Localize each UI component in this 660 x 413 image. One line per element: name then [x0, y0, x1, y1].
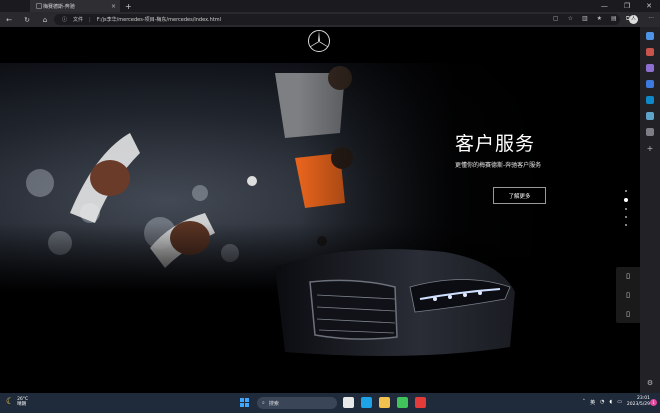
windows-taskbar: ☾ 26°C 晴朗 ⌕ 搜索 ˄ 英 ◔ ◖ ▭ 23:01 2023/5/29… [0, 393, 660, 413]
battery-icon[interactable]: ▭ [617, 399, 622, 405]
tab-strip: 梅赛德斯-奔驰 × + — ❐ ✕ [0, 0, 660, 12]
clock-time: 23:01 [637, 396, 650, 401]
home-icon[interactable]: ⌂ [36, 16, 54, 24]
carousel-dot-active[interactable] [624, 198, 628, 202]
clock[interactable]: 23:01 2023/5/29 [627, 396, 650, 408]
read-aloud-icon[interactable]: ▢ [553, 15, 559, 23]
hero-title: 客户服务 [455, 133, 536, 155]
app-icon[interactable] [415, 397, 426, 408]
taskbar-search[interactable]: ⌕ 搜索 [257, 397, 337, 409]
search-icon: ⌕ [262, 400, 265, 406]
favorite-star-icon[interactable]: ☆ [568, 15, 573, 23]
chevron-up-icon[interactable]: ˄ [583, 399, 586, 405]
edge-icon[interactable] [361, 397, 372, 408]
message-icon[interactable]: ▯ [626, 291, 630, 299]
windows-start-icon[interactable] [240, 398, 249, 407]
edge-sidebar: + ⚙ [640, 27, 660, 393]
send-icon[interactable] [646, 128, 654, 136]
office-icon[interactable] [646, 96, 654, 104]
file-explorer-icon[interactable] [379, 397, 390, 408]
page-favicon-icon [36, 3, 42, 9]
outlook-icon[interactable] [646, 112, 654, 120]
browser-tools: ▢ ☆ ▥ ★ ▤ ⧉ [553, 15, 630, 23]
back-icon[interactable]: ← [0, 16, 18, 24]
window-controls: — ❐ ✕ [601, 2, 660, 10]
address-bar[interactable]: ⓘ 文件 | F:/js李华/mercedes-项目-梅东/mercedes/i… [54, 14, 620, 25]
system-tray: ˄ 英 ◔ ◖ ▭ 23:01 2023/5/29 [583, 396, 650, 408]
new-tab-button[interactable]: + [125, 2, 132, 11]
page-viewport: 客户服务 更懂你的梅赛德斯-奔驰客户服务 了解更多 ▯ ▯ ▯ [0, 27, 640, 393]
carousel-dot[interactable] [625, 208, 627, 210]
chrome-icon[interactable] [397, 397, 408, 408]
address-separator: | [89, 16, 91, 23]
address-scheme-label: 文件 [73, 17, 84, 23]
games-icon[interactable] [646, 80, 654, 88]
address-url[interactable]: F:/js李华/mercedes-项目-梅东/mercedes/index.ht… [97, 16, 221, 23]
tab-close-icon[interactable]: × [111, 3, 116, 10]
top-icon[interactable]: ▯ [626, 310, 630, 318]
weather-widget[interactable]: ☾ 26°C 晴朗 [6, 397, 28, 407]
carousel-indicator [624, 190, 628, 226]
hero-subtitle: 更懂你的梅赛德斯-奔驰客户服务 [455, 162, 542, 169]
volume-icon[interactable]: ◖ [610, 399, 613, 405]
favorites-icon[interactable]: ★ [597, 15, 602, 23]
task-view-icon[interactable] [343, 397, 354, 408]
weather-desc: 晴朗 [17, 402, 27, 407]
info-icon[interactable]: ⓘ [62, 16, 67, 23]
add-sidebar-icon[interactable]: + [647, 144, 654, 153]
maximize-icon[interactable]: ❐ [624, 2, 630, 10]
floating-side-panel: ▯ ▯ ▯ [616, 267, 640, 323]
minimize-icon[interactable]: — [601, 2, 608, 10]
browser-tab[interactable]: 梅赛德斯-奔驰 × [30, 0, 120, 12]
carousel-dot[interactable] [625, 224, 627, 226]
carousel-dot[interactable] [625, 216, 627, 218]
close-window-icon[interactable]: ✕ [646, 2, 652, 10]
taskbar-apps [343, 397, 426, 408]
car-front-image [275, 249, 515, 356]
ime-indicator[interactable]: 英 [590, 399, 595, 406]
shopping-icon[interactable] [646, 48, 654, 56]
moon-icon: ☾ [6, 397, 15, 407]
more-menu-icon[interactable]: ··· [648, 15, 654, 22]
sidebar-settings-icon[interactable]: ⚙ [647, 379, 653, 387]
phone-icon[interactable]: ▯ [626, 272, 630, 280]
mercedes-star-logo-icon[interactable] [307, 29, 331, 53]
search-placeholder: 搜索 [268, 400, 279, 407]
refresh-icon[interactable]: ↻ [18, 16, 36, 24]
notification-badge[interactable]: 1 [650, 399, 657, 406]
search-sidebar-icon[interactable] [646, 32, 654, 40]
carousel-dot[interactable] [625, 190, 627, 192]
wifi-icon[interactable]: ◔ [600, 399, 604, 405]
split-screen-icon[interactable]: ▥ [582, 15, 588, 23]
tools-icon[interactable] [646, 64, 654, 72]
tab-title: 梅赛德斯-奔驰 [43, 3, 75, 10]
learn-more-button[interactable]: 了解更多 [493, 187, 546, 204]
collections-icon[interactable]: ▤ [611, 15, 617, 23]
clock-date: 2023/5/29 [626, 402, 650, 407]
address-toolbar: ← ↻ ⌂ ⓘ 文件 | F:/js李华/mercedes-项目-梅东/merc… [0, 12, 660, 27]
profile-avatar[interactable]: 人 [629, 15, 638, 24]
